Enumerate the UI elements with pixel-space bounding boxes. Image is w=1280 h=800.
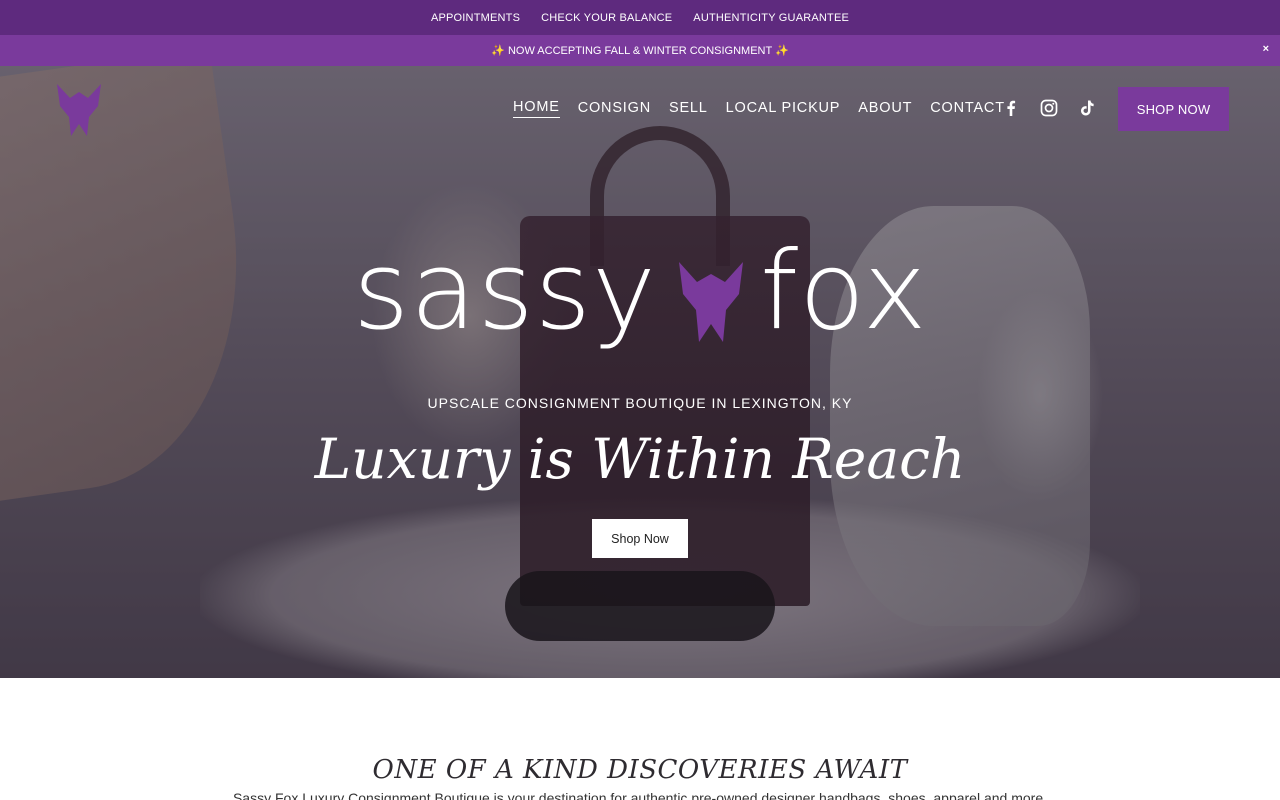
- hero-overlay: [0, 66, 1280, 678]
- nav-local-pickup[interactable]: LOCAL PICKUP: [726, 100, 841, 118]
- hero-tagline: UPSCALE CONSIGNMENT BOUTIQUE IN LEXINGTO…: [427, 395, 853, 411]
- shop-now-button[interactable]: SHOP NOW: [1118, 87, 1229, 131]
- nav-home[interactable]: HOME: [513, 99, 560, 118]
- nav-about[interactable]: ABOUT: [858, 100, 912, 118]
- facebook-icon[interactable]: [1002, 99, 1020, 117]
- social-links: [1002, 99, 1096, 117]
- check-balance-link[interactable]: CHECK YOUR BALANCE: [541, 12, 672, 24]
- nav-contact[interactable]: CONTACT: [930, 100, 1005, 118]
- hero-banner: [0, 66, 1280, 678]
- announcement-text: ✨ NOW ACCEPTING FALL & WINTER CONSIGNMEN…: [491, 45, 789, 57]
- brand-wordmark: sassy fox: [350, 232, 930, 362]
- hero-shop-now-button[interactable]: Shop Now: [592, 519, 688, 558]
- wordmark-sassy: sassy: [353, 229, 657, 354]
- tiktok-icon[interactable]: [1078, 99, 1096, 117]
- nav-consign[interactable]: CONSIGN: [578, 100, 651, 118]
- section-title: ONE OF A KIND DISCOVERIES AWAIT: [372, 755, 908, 785]
- main-nav: HOME CONSIGN SELL LOCAL PICKUP ABOUT CON…: [513, 99, 1005, 118]
- nav-sell[interactable]: SELL: [669, 100, 708, 118]
- fox-head-icon: [679, 262, 743, 342]
- utility-bar: APPOINTMENTS CHECK YOUR BALANCE AUTHENTI…: [0, 0, 1280, 35]
- announcement-bar: ✨ NOW ACCEPTING FALL & WINTER CONSIGNMEN…: [0, 35, 1280, 66]
- hero-headline: Luxury is Within Reach: [314, 427, 966, 491]
- section-text: Sassy Fox Luxury Consignment Boutique is…: [232, 790, 1048, 800]
- fox-logo-icon[interactable]: [54, 82, 104, 138]
- close-icon[interactable]: ×: [1263, 43, 1269, 55]
- authenticity-guarantee-link[interactable]: AUTHENTICITY GUARANTEE: [693, 12, 849, 24]
- appointments-link[interactable]: APPOINTMENTS: [431, 12, 520, 24]
- wordmark-fox: fox: [760, 229, 928, 354]
- instagram-icon[interactable]: [1040, 99, 1058, 117]
